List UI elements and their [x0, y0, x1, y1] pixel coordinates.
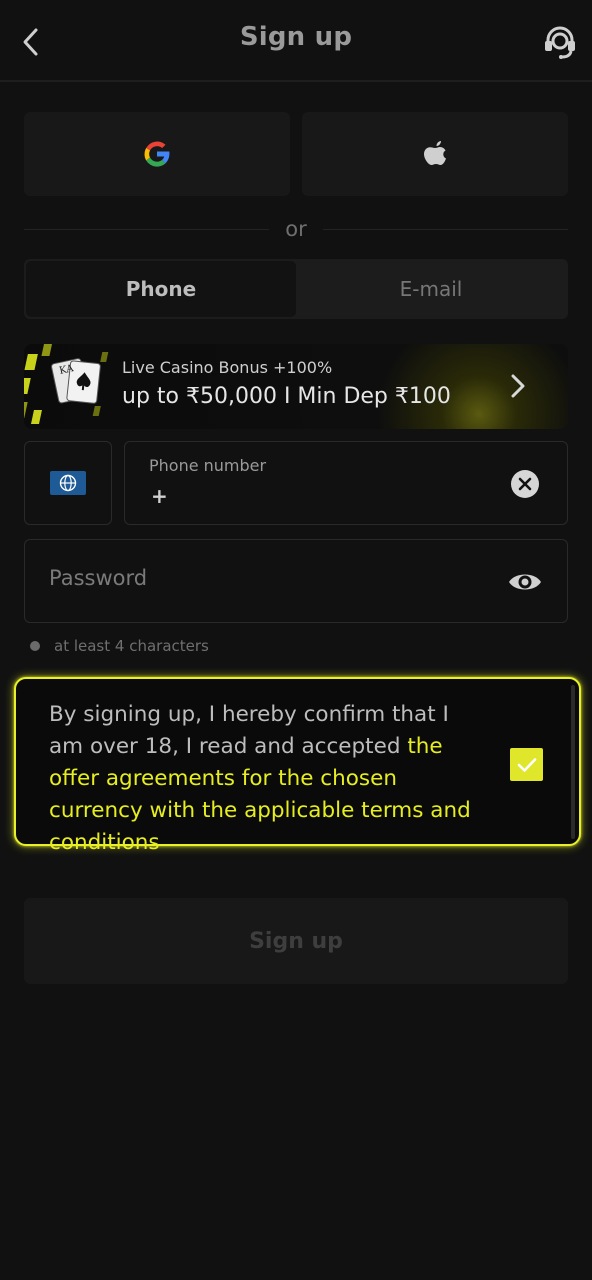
- apple-icon: [424, 141, 446, 165]
- country-selector[interactable]: [24, 441, 112, 525]
- scrollbar[interactable]: [571, 685, 575, 839]
- country-flag: [50, 471, 86, 495]
- consent-box: By signing up, I hereby confirm that I a…: [14, 677, 581, 855]
- divider-line: [24, 228, 270, 230]
- close-icon: [518, 477, 532, 491]
- promo-offer: up to ₹50,000 I Min Dep ₹100: [122, 384, 451, 409]
- phone-number-input[interactable]: +: [151, 484, 168, 508]
- playing-cards-icon: KA: [24, 344, 109, 424]
- page-title: Sign up: [239, 22, 353, 52]
- chevron-right-icon: [511, 374, 525, 398]
- password-input[interactable]: Password: [49, 566, 147, 590]
- or-divider: or: [24, 212, 569, 246]
- google-icon: [144, 141, 170, 167]
- tab-email[interactable]: E-mail: [296, 261, 566, 317]
- signup-page: Sign up or Phone E-mail KA Live Casino B…: [0, 0, 592, 1280]
- consent-checkbox[interactable]: [510, 748, 543, 781]
- password-hint: at least 4 characters: [30, 637, 209, 655]
- consent-statement: By signing up, I hereby confirm that I a…: [49, 702, 449, 759]
- globe-icon: [59, 474, 77, 492]
- checkmark-icon: [517, 757, 536, 772]
- clear-phone-button[interactable]: [511, 470, 539, 498]
- promo-banner[interactable]: KA Live Casino Bonus +100% up to ₹50,000…: [24, 344, 568, 429]
- social-login-row: [24, 112, 568, 196]
- phone-number-label: Phone number: [149, 456, 267, 475]
- headset-icon: [545, 26, 575, 59]
- divider-line: [322, 228, 569, 230]
- toggle-password-visibility[interactable]: [507, 568, 543, 596]
- password-field[interactable]: Password: [24, 539, 568, 623]
- phone-number-field[interactable]: Phone number +: [124, 441, 568, 525]
- apple-signup-button[interactable]: [302, 112, 568, 196]
- header: Sign up: [0, 0, 592, 82]
- google-signup-button[interactable]: [24, 112, 290, 196]
- hint-bullet: [30, 641, 40, 651]
- or-label: or: [285, 217, 307, 241]
- support-button[interactable]: [540, 22, 580, 62]
- promo-title: Live Casino Bonus +100%: [122, 358, 333, 377]
- consent-text: By signing up, I hereby confirm that I a…: [49, 699, 489, 859]
- eye-icon: [509, 574, 541, 590]
- tab-phone[interactable]: Phone: [26, 261, 296, 317]
- signup-method-tabs: Phone E-mail: [24, 259, 568, 319]
- hint-text: at least 4 characters: [54, 637, 209, 655]
- signup-submit-button[interactable]: Sign up: [24, 898, 568, 984]
